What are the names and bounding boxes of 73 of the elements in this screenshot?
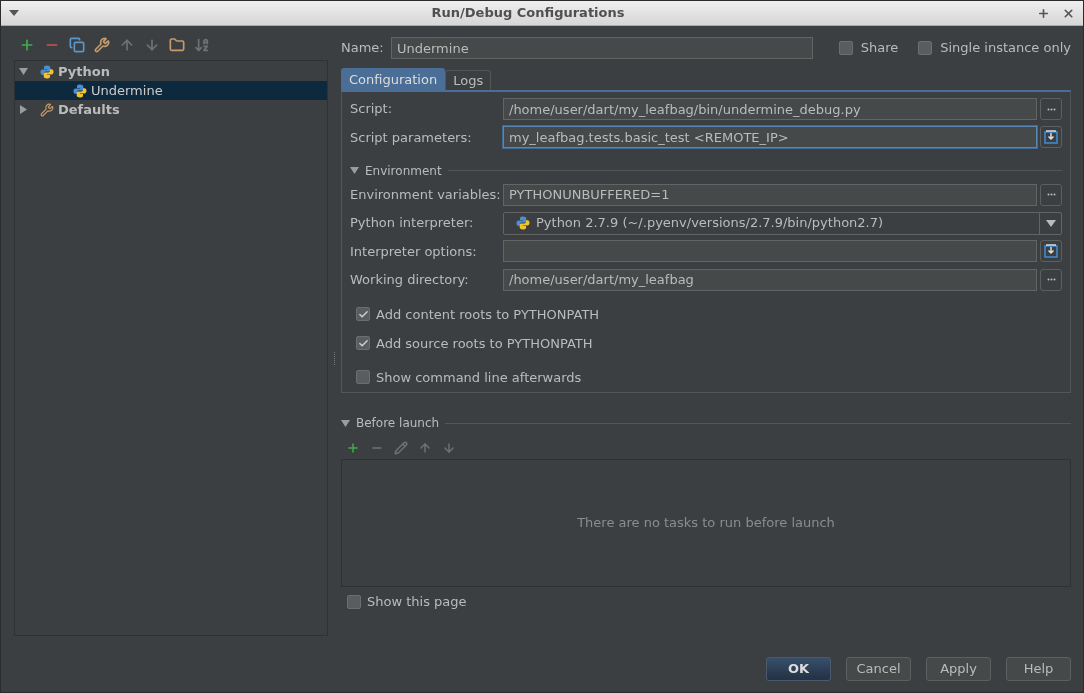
ellipsis-icon xyxy=(1046,278,1056,282)
python-logo-icon xyxy=(40,64,54,79)
insert-down-icon xyxy=(1044,130,1058,145)
checkbox[interactable] xyxy=(838,41,853,55)
copy-icon[interactable] xyxy=(69,37,85,53)
checkbox[interactable] xyxy=(356,336,370,351)
insert-down-icon xyxy=(1044,244,1058,259)
text-field[interactable]: /home/user/dart/my_leafbag xyxy=(503,268,1037,291)
move-down-icon[interactable] xyxy=(442,441,456,455)
checkbox-label: Share xyxy=(860,39,899,58)
name-field[interactable]: Undermine xyxy=(391,37,813,59)
dialog-button[interactable]: Apply xyxy=(926,657,991,681)
ellipsis-icon xyxy=(1046,193,1056,197)
python-logo-icon xyxy=(516,216,530,231)
checkbox[interactable] xyxy=(347,595,361,609)
name-label: Name: xyxy=(341,39,385,58)
checkbox[interactable] xyxy=(918,41,933,55)
wrench-icon[interactable] xyxy=(94,37,110,53)
text-field[interactable]: my_leafbag.tests.basic_test <REMOTE_IP> xyxy=(503,126,1037,149)
python-logo-icon xyxy=(73,83,87,98)
field-label: Python interpreter: xyxy=(350,214,475,233)
checkbox-label: Single instance only xyxy=(940,39,1071,58)
empty-message: There are no tasks to run before launch xyxy=(577,514,835,533)
text-field[interactable]: /home/user/dart/my_leafbag/bin/undermine_debug.py xyxy=(503,98,1037,121)
dropdown-arrow-icon xyxy=(1045,219,1056,227)
maximize-icon[interactable] xyxy=(1037,6,1050,20)
window-menu-icon[interactable] xyxy=(9,10,19,16)
checkbox-label: Show this page xyxy=(367,593,467,612)
expand-editor-button[interactable] xyxy=(1040,240,1062,263)
checkbox-label: Add source roots to PYTHONPATH xyxy=(376,334,593,353)
sort-icon[interactable] xyxy=(194,37,210,53)
dialog-button[interactable]: Cancel xyxy=(846,657,911,681)
tree-item[interactable]: Undermine xyxy=(15,81,327,100)
window-title: Run/Debug Configurations xyxy=(430,4,626,23)
add-icon[interactable] xyxy=(346,441,360,455)
add-icon[interactable] xyxy=(19,37,35,53)
edit-icon[interactable] xyxy=(394,441,408,455)
collapse-arrow-icon[interactable] xyxy=(341,418,350,428)
field-label: Working directory: xyxy=(350,271,470,290)
dialog-button[interactable]: Help xyxy=(1006,657,1071,681)
folder-icon[interactable] xyxy=(169,37,185,53)
expand-editor-button[interactable] xyxy=(1040,126,1062,149)
field-label: Script parameters: xyxy=(350,128,473,147)
interpreter-dropdown[interactable]: Python 2.7.9 (~/.pyenv/versions/2.7.9/bin/python2.7) xyxy=(503,211,1062,235)
collapse-arrow-icon[interactable] xyxy=(350,166,359,176)
tab[interactable]: Logs xyxy=(445,70,492,90)
section-title[interactable]: Environment xyxy=(365,161,442,180)
tree-item[interactable]: Python xyxy=(15,62,327,81)
expand-arrow-icon[interactable] xyxy=(19,67,28,76)
splitter-handle-icon[interactable] xyxy=(333,352,336,366)
field-label: Script: xyxy=(350,100,394,119)
field-label: Environment variables: xyxy=(350,186,502,205)
section-title[interactable]: Before launch xyxy=(356,414,440,432)
text-field[interactable] xyxy=(503,240,1037,263)
checkbox-label: Add content roots to PYTHONPATH xyxy=(376,305,600,324)
checkbox-label: Show command line afterwards xyxy=(376,368,582,387)
checkbox[interactable] xyxy=(356,370,370,385)
expand-arrow-icon[interactable] xyxy=(19,105,28,114)
field-label: Interpreter options: xyxy=(350,242,478,261)
ellipsis-icon xyxy=(1046,107,1056,111)
browse-button[interactable] xyxy=(1040,183,1062,206)
text-field[interactable]: PYTHONUNBUFFERED=1 xyxy=(503,183,1037,206)
tree-item[interactable]: Defaults xyxy=(15,100,327,119)
browse-button[interactable] xyxy=(1040,98,1062,121)
move-up-icon[interactable] xyxy=(418,441,432,455)
tab[interactable]: Configuration xyxy=(341,68,446,90)
checkbox[interactable] xyxy=(356,307,370,322)
wrench-icon xyxy=(40,102,54,117)
dialog-button[interactable]: OK xyxy=(766,657,831,681)
close-icon[interactable] xyxy=(1062,6,1075,20)
move-up-icon[interactable] xyxy=(119,37,135,53)
browse-button[interactable] xyxy=(1040,268,1062,291)
move-down-icon[interactable] xyxy=(144,37,160,53)
